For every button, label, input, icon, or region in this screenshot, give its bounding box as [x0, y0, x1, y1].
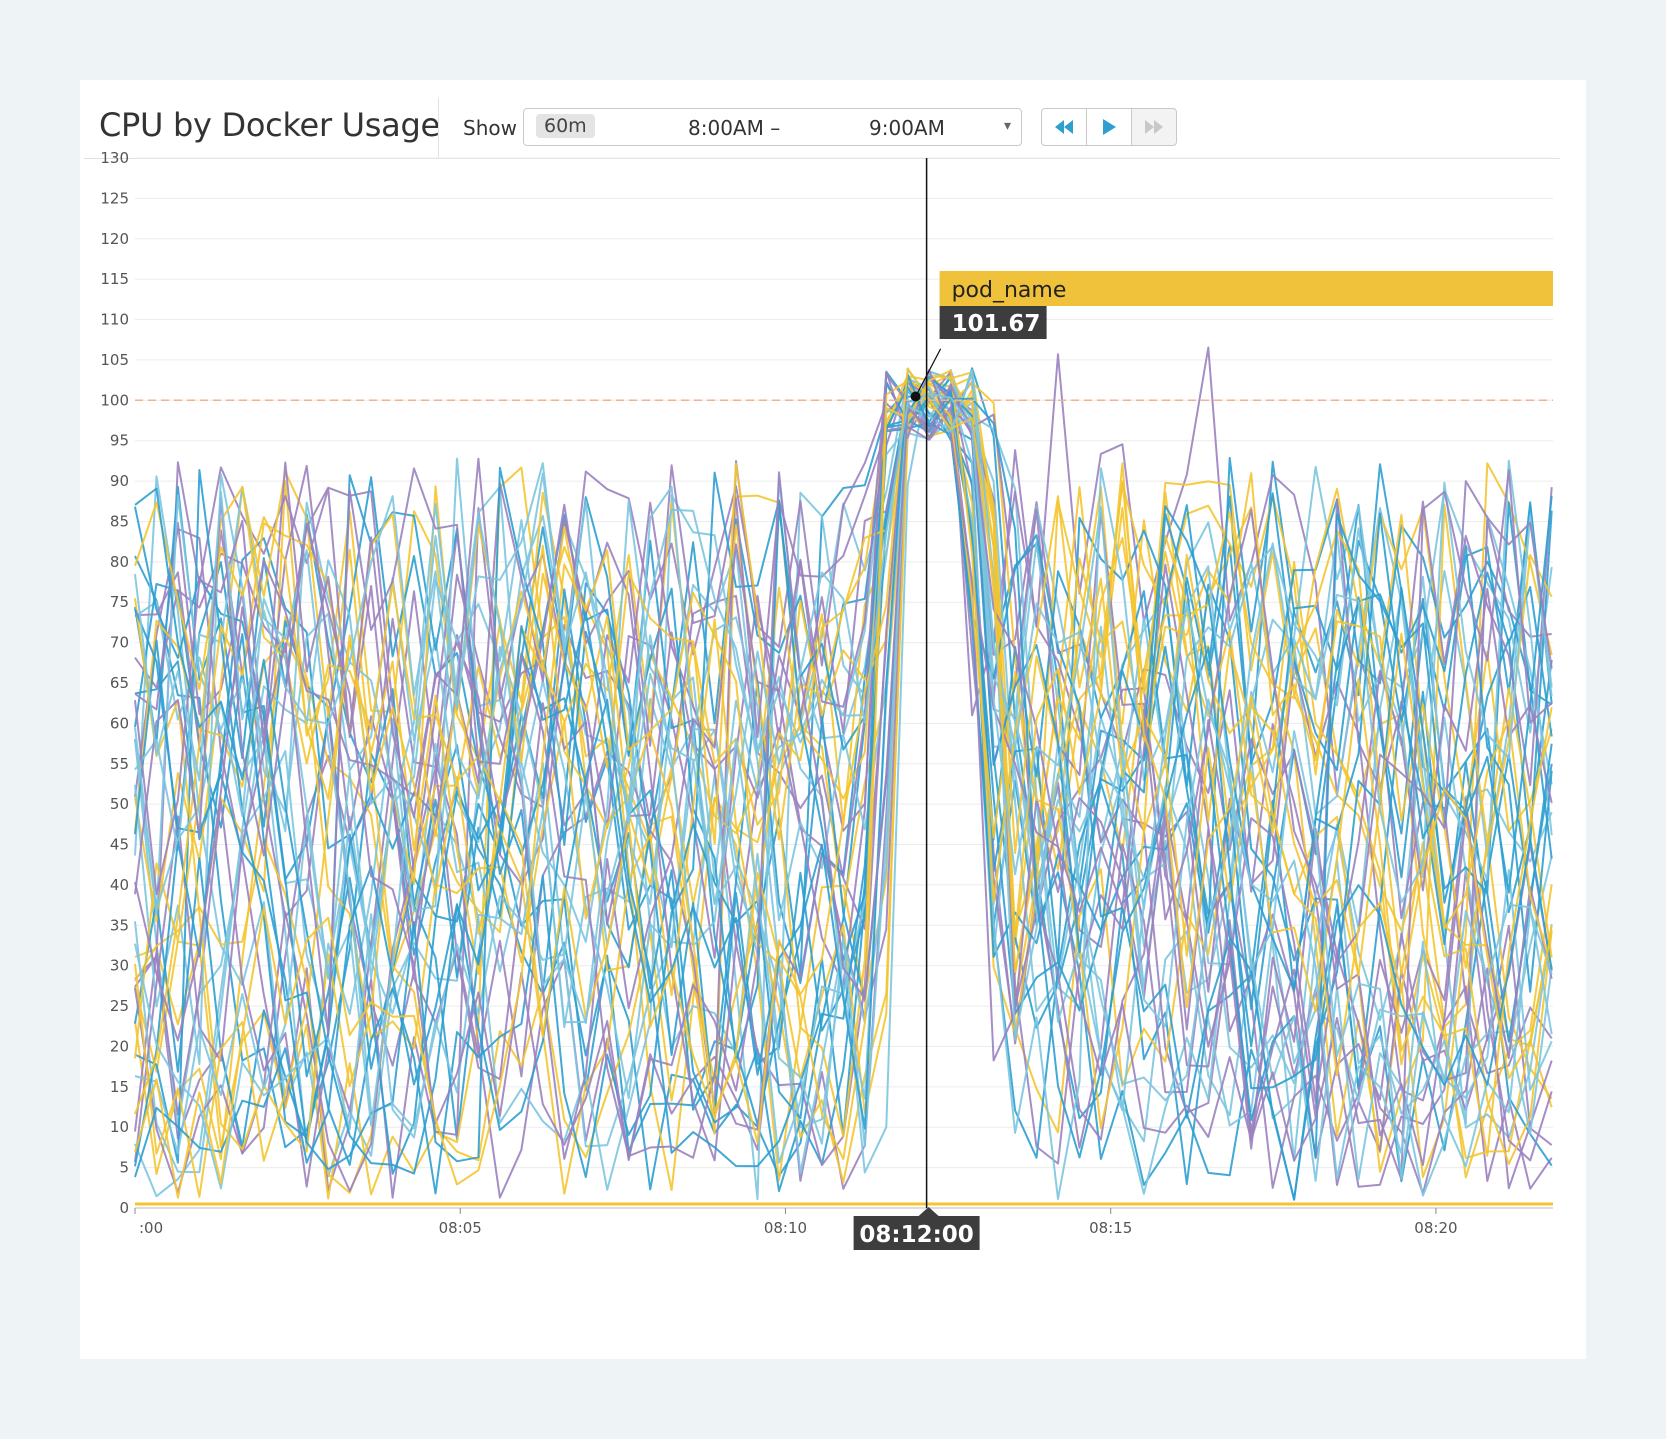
cursor-point — [910, 391, 921, 402]
y-tick-label: 70 — [110, 634, 129, 652]
y-tick-label: 120 — [100, 230, 129, 248]
x-axis: :00 08:05 08:10 08:15 08:20 — [134, 1207, 1553, 1237]
y-tick-label: 40 — [110, 876, 129, 894]
y-tick-label: 30 — [110, 957, 129, 975]
y-tick-label: 0 — [119, 1199, 129, 1217]
x-tick-label: :00 — [139, 1219, 163, 1237]
y-tick-label: 45 — [110, 836, 129, 854]
y-tick-label: 60 — [110, 714, 129, 732]
y-tick-label: 125 — [100, 189, 129, 207]
y-tick-label: 130 — [100, 149, 129, 167]
y-tick-label: 80 — [110, 553, 129, 571]
series-line — [134, 369, 1553, 1175]
tooltip-time: 08:12:00 — [859, 1222, 973, 1248]
y-tick-label: 90 — [110, 472, 129, 490]
y-tick-label: 100 — [100, 391, 129, 409]
y-tick-label: 75 — [110, 593, 129, 611]
series-line — [134, 370, 1553, 1174]
y-tick-label: 65 — [110, 674, 129, 692]
y-tick-label: 20 — [110, 1037, 129, 1055]
y-tick-label: 110 — [100, 311, 129, 329]
cpu-line-chart[interactable]: 0 5 10 15 20 25 30 35 40 45 50 55 60 65 70 75 80 85 90 95 10… — [80, 80, 1586, 1359]
tooltip-value: 101.67 — [952, 311, 1041, 337]
y-tick-label: 50 — [110, 795, 129, 813]
y-axis: 0 5 10 15 20 25 30 35 40 45 50 55 60 65 70 75 80 85 90 95 10… — [100, 149, 129, 1217]
x-tick-label: 08:05 — [439, 1219, 482, 1237]
y-tick-label: 85 — [110, 512, 129, 530]
y-tick-label: 35 — [110, 916, 129, 934]
x-tick-label: 08:15 — [1089, 1219, 1132, 1237]
y-tick-label: 115 — [100, 270, 129, 288]
widget-card: CPU by Docker Usage Show 60m 8:00AM – 9:… — [80, 80, 1586, 1359]
y-tick-label: 25 — [110, 997, 129, 1015]
x-tick-label: 08:10 — [764, 1219, 807, 1237]
y-tick-label: 95 — [110, 432, 129, 450]
y-tick-label: 5 — [119, 1159, 129, 1177]
tooltip-series-name: pod_name — [952, 278, 1067, 303]
y-tick-label: 105 — [100, 351, 129, 369]
y-tick-label: 10 — [110, 1118, 129, 1136]
x-tick-label: 08:20 — [1414, 1219, 1457, 1237]
series-lines — [134, 346, 1553, 1201]
y-tick-label: 15 — [110, 1078, 129, 1096]
y-tick-label: 55 — [110, 755, 129, 773]
